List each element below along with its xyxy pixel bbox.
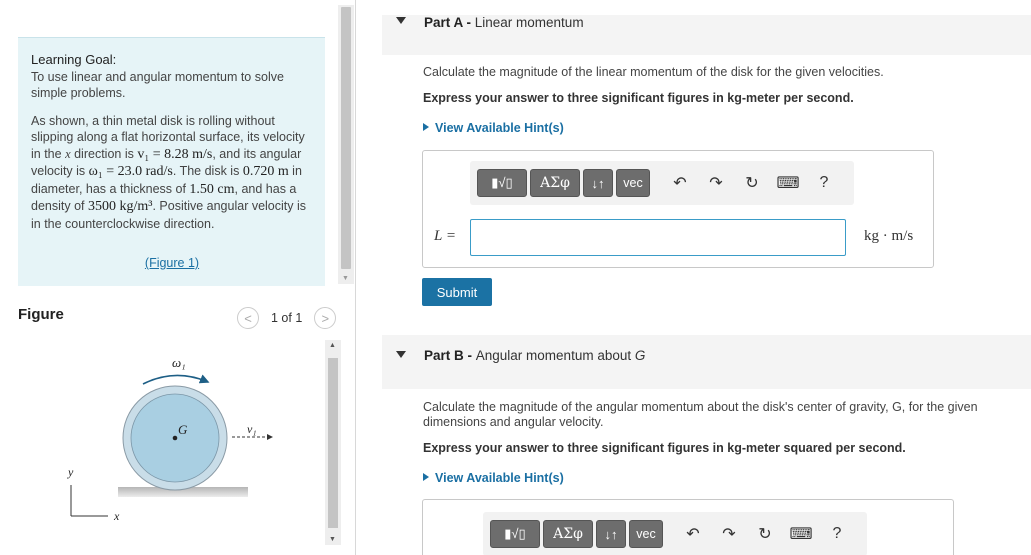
center-dot [172,435,178,441]
part-a-answer-box: ▮√▯ ΑΣφ ↓↑ vec ↶ ↷ ↻ ⌨ ? L = kg · m/s [422,150,934,268]
learning-goal-box: Learning Goal: To use linear and angular… [18,37,325,286]
thickness-value: 1.50 cm [189,181,235,197]
density-value: 3500 kg/m³ [87,199,153,214]
redo-icon[interactable]: ↷ [701,169,731,197]
greek-symbols-button[interactable]: ΑΣφ [543,520,593,548]
unit-label: kg · m/s [864,228,914,244]
answer-panel: Part A - Linear momentum Calculate the m… [356,0,1031,555]
vector-button[interactable]: vec [616,169,650,197]
vector-button[interactable]: vec [629,520,663,548]
figure-image: G ω₁ v₁ y x [18,340,325,552]
part-a-header[interactable]: Part A - Linear momentum [382,15,1031,55]
part-b-header[interactable]: Part B - Angular momentum about G [382,335,1031,389]
reset-icon[interactable]: ↻ [737,169,767,197]
part-b-question: Calculate the magnitude of the angular m… [423,400,978,429]
part-b-instruction: Express your answer to three significant… [423,441,906,455]
center-label: G [178,422,188,437]
collapse-triangle-icon[interactable] [396,17,406,24]
help-icon[interactable]: ? [809,169,839,197]
templates-button[interactable]: ▮√▯ [490,520,540,548]
angular-velocity-arrow [142,374,210,385]
submit-button[interactable]: Submit [422,278,492,306]
part-a-instruction: Express your answer to three significant… [423,91,854,105]
y-axis-label: y [67,465,74,479]
figure-pager: < 1 of 1 > [237,306,337,330]
caret-right-icon [423,473,429,481]
math-toolbar: ▮√▯ ΑΣφ ↓↑ vec ↶ ↷ ↻ ⌨ ? [483,512,867,555]
help-icon[interactable]: ? [822,520,852,548]
next-figure-icon[interactable]: > [314,307,337,329]
scroll-down-icon[interactable]: ▼ [342,275,349,282]
x-axis-label: x [113,509,120,523]
scroll-up-icon[interactable]: ▲ [329,342,336,349]
math-toolbar: ▮√▯ ΑΣφ ↓↑ vec ↶ ↷ ↻ ⌨ ? [470,161,854,205]
figure-scrollbar-thumb[interactable] [328,358,338,528]
part-a-question: Calculate the magnitude of the linear mo… [423,65,884,79]
undo-icon[interactable]: ↶ [665,169,695,197]
part-b-answer-box: ▮√▯ ΑΣφ ↓↑ vec ↶ ↷ ↻ ⌨ ? [422,499,954,555]
part-b-title: Part B - Angular momentum about G [424,348,646,363]
problem-panel: Learning Goal: To use linear and angular… [0,0,355,555]
omega-label: ω₁ [172,355,186,370]
rolling-disk-diagram: G ω₁ v₁ y x [67,355,273,523]
keyboard-icon[interactable]: ⌨ [786,520,816,548]
answer-input[interactable] [470,219,846,256]
scrollbar-thumb[interactable] [341,7,351,269]
variable-label: L = [434,228,456,244]
prev-figure-icon[interactable]: < [237,307,259,329]
undo-icon[interactable]: ↶ [678,520,708,548]
subscript-superscript-button[interactable]: ↓↑ [583,169,613,197]
velocity-label: v₁ [247,422,257,436]
figure-link[interactable]: (Figure 1) [31,255,313,272]
collapse-triangle-icon[interactable] [396,351,406,358]
greek-symbols-button[interactable]: ΑΣφ [530,169,580,197]
angular-velocity-value: ω₁ = 23.0 rad/s [88,164,173,179]
problem-scrollbar[interactable]: ▼ [338,5,354,284]
scroll-down-icon[interactable]: ▼ [329,536,336,543]
problem-statement: As shown, a thin metal disk is rolling w… [31,113,307,231]
redo-icon[interactable]: ↷ [714,520,744,548]
velocity-value: v₁ = 8.28 m/s [137,146,213,162]
caret-right-icon [423,123,429,131]
part-a-title: Part A - Linear momentum [424,15,584,30]
figure-count: 1 of 1 [271,311,303,325]
learning-goal-title: Learning Goal: [31,52,117,67]
learning-goal-summary: To use linear and angular momentum to so… [31,69,284,101]
reset-icon[interactable]: ↻ [750,520,780,548]
part-a-hint-link[interactable]: View Available Hint(s) [423,121,564,135]
figure-scrollbar[interactable]: ▲ ▼ [325,340,341,545]
diameter-value: 0.720 m [242,164,289,179]
figure-heading: Figure [18,306,64,323]
part-b-hint-link[interactable]: View Available Hint(s) [423,471,564,485]
subscript-superscript-button[interactable]: ↓↑ [596,520,626,548]
keyboard-icon[interactable]: ⌨ [773,169,803,197]
templates-button[interactable]: ▮√▯ [477,169,527,197]
